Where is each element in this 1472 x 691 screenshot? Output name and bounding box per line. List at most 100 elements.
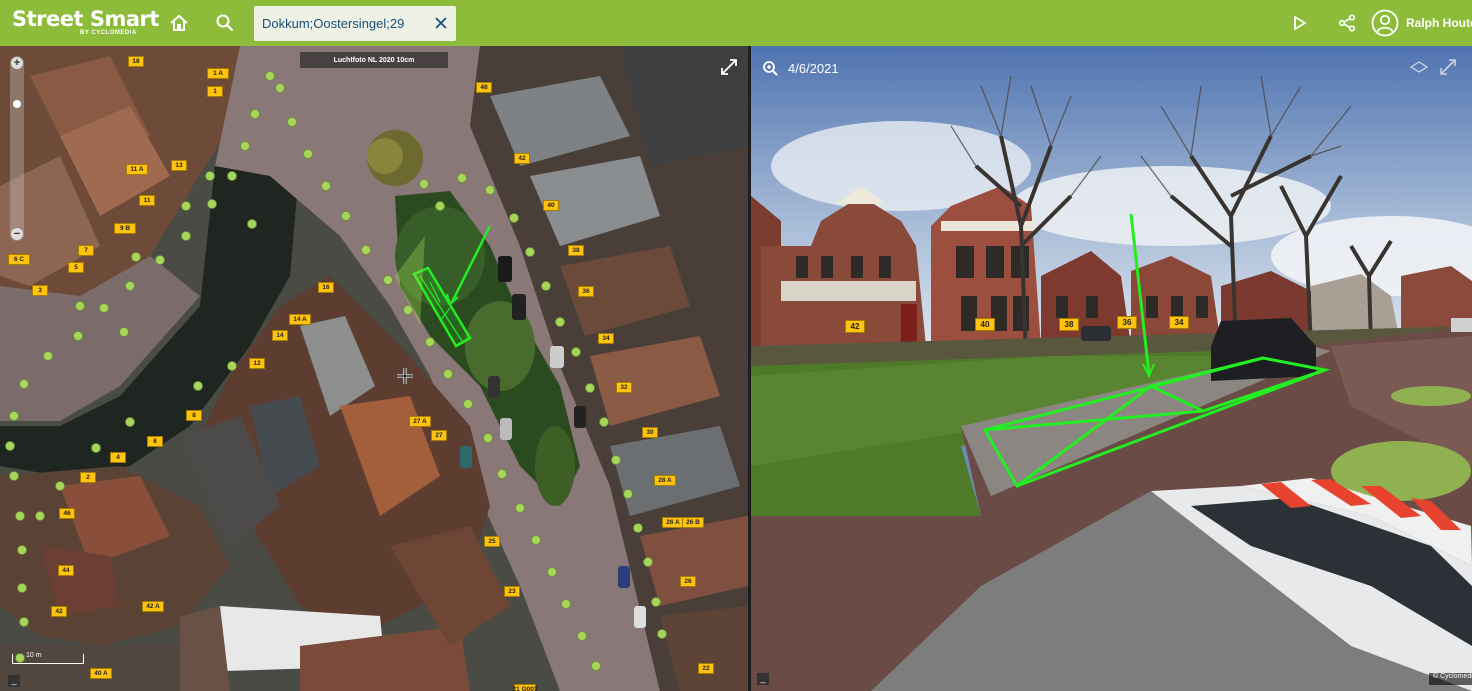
share-button[interactable] xyxy=(1334,10,1360,36)
recording-point[interactable] xyxy=(623,489,633,499)
house-number-marker[interactable]: 26 A xyxy=(662,517,684,528)
recording-point[interactable] xyxy=(240,141,250,151)
recording-point[interactable] xyxy=(443,369,453,379)
house-number-marker[interactable]: 18 xyxy=(128,56,144,67)
house-number-marker[interactable]: 25 xyxy=(484,536,500,547)
zoom-in-icon[interactable]: + xyxy=(11,57,23,69)
recording-point[interactable] xyxy=(9,471,19,481)
house-number-marker[interactable]: 12 xyxy=(249,358,265,369)
house-number-marker[interactable]: 32 xyxy=(616,382,632,393)
recording-point[interactable] xyxy=(35,511,45,521)
recording-point[interactable] xyxy=(485,185,495,195)
recording-point[interactable] xyxy=(43,351,53,361)
house-number-marker[interactable]: 1 xyxy=(207,86,223,97)
house-number-marker[interactable]: 14 A xyxy=(289,314,311,325)
search-value[interactable]: Dokkum;Oostersingel;29 xyxy=(262,16,404,31)
recording-point[interactable] xyxy=(15,511,25,521)
recording-point[interactable] xyxy=(275,83,285,93)
recording-point[interactable] xyxy=(463,399,473,409)
recording-point[interactable] xyxy=(155,255,165,265)
recording-point[interactable] xyxy=(193,381,203,391)
house-number-marker[interactable]: 4 xyxy=(110,452,126,463)
house-number-marker[interactable]: 21 G003 xyxy=(513,684,537,691)
recording-point[interactable] xyxy=(125,281,135,291)
recording-point[interactable] xyxy=(657,629,667,639)
recording-point[interactable] xyxy=(643,557,653,567)
house-number-marker[interactable]: 3 xyxy=(32,285,48,296)
house-number-marker[interactable]: 26 B xyxy=(682,517,704,528)
recording-point[interactable] xyxy=(577,631,587,641)
recording-point[interactable] xyxy=(125,417,135,427)
fullscreen-icon[interactable] xyxy=(1439,58,1457,76)
recording-point[interactable] xyxy=(287,117,297,127)
recording-point[interactable] xyxy=(247,219,257,229)
house-number-marker[interactable]: 7 xyxy=(78,245,94,256)
house-number-marker[interactable]: 38 xyxy=(568,245,584,256)
aerial-map[interactable]: Luchtfoto NL 2020 10cm + − 10 m _ 18 1 A1… xyxy=(0,46,748,691)
zoom-out-icon[interactable]: − xyxy=(11,228,23,240)
home-button[interactable] xyxy=(166,10,192,36)
house-number-marker[interactable]: 23 xyxy=(504,586,520,597)
recording-point[interactable] xyxy=(515,503,525,513)
search-field[interactable]: Dokkum;Oostersingel;29 xyxy=(254,6,456,41)
house-number-marker[interactable]: 14 xyxy=(272,330,288,341)
panorama-house-number[interactable]: 36 xyxy=(1117,316,1137,329)
recording-point[interactable] xyxy=(541,281,551,291)
house-number-marker[interactable]: 6 C xyxy=(8,254,30,265)
house-number-marker[interactable]: 40 xyxy=(543,200,559,211)
house-number-marker[interactable]: 42 xyxy=(514,153,530,164)
recording-point[interactable] xyxy=(633,523,643,533)
recording-point[interactable] xyxy=(585,383,595,393)
recording-point[interactable] xyxy=(509,213,519,223)
recording-point[interactable] xyxy=(75,301,85,311)
recording-point[interactable] xyxy=(457,173,467,183)
recording-point[interactable] xyxy=(571,347,581,357)
house-number-marker[interactable]: 13 xyxy=(171,160,187,171)
house-number-marker[interactable]: 2 xyxy=(80,472,96,483)
zoom-handle[interactable] xyxy=(13,100,21,108)
layers-icon[interactable] xyxy=(1409,58,1429,76)
search-button[interactable] xyxy=(212,10,238,36)
panorama-house-number[interactable]: 38 xyxy=(1059,318,1079,331)
house-number-marker[interactable]: 44 xyxy=(58,565,74,576)
recording-point[interactable] xyxy=(361,245,371,255)
recording-point[interactable] xyxy=(555,317,565,327)
house-number-marker[interactable]: 28 A xyxy=(654,475,676,486)
recording-point[interactable] xyxy=(131,252,141,262)
recording-point[interactable] xyxy=(651,597,661,607)
house-number-marker[interactable]: 36 xyxy=(578,286,594,297)
recording-point[interactable] xyxy=(19,617,29,627)
recording-point[interactable] xyxy=(531,535,541,545)
recording-point[interactable] xyxy=(591,661,601,671)
house-number-marker[interactable]: 11 A xyxy=(126,164,148,175)
recording-point[interactable] xyxy=(425,337,435,347)
recording-point[interactable] xyxy=(181,231,191,241)
recording-point[interactable] xyxy=(561,599,571,609)
recording-point[interactable] xyxy=(483,433,493,443)
house-number-marker[interactable]: 11 xyxy=(139,195,155,206)
house-number-marker[interactable]: 5 xyxy=(68,262,84,273)
house-number-marker[interactable]: 46 xyxy=(59,508,75,519)
house-number-marker[interactable]: 16 xyxy=(318,282,334,293)
recording-point[interactable] xyxy=(227,361,237,371)
recording-point[interactable] xyxy=(383,275,393,285)
user-button[interactable] xyxy=(1370,8,1400,38)
house-number-marker[interactable]: 40 A xyxy=(90,668,112,679)
house-number-marker[interactable]: 8 xyxy=(186,410,202,421)
house-number-marker[interactable]: 27 xyxy=(431,430,447,441)
panorama-house-number[interactable]: 42 xyxy=(845,320,865,333)
recording-point[interactable] xyxy=(419,179,429,189)
recording-point[interactable] xyxy=(17,583,27,593)
recording-point[interactable] xyxy=(5,441,15,451)
house-number-marker[interactable]: 34 xyxy=(598,333,614,344)
recording-point[interactable] xyxy=(403,305,413,315)
fullscreen-icon[interactable] xyxy=(720,58,738,76)
recording-point[interactable] xyxy=(207,199,217,209)
recording-point[interactable] xyxy=(9,411,19,421)
map-minimize-button[interactable]: _ xyxy=(8,675,20,687)
recording-point[interactable] xyxy=(91,443,101,453)
house-number-marker[interactable]: 26 xyxy=(680,576,696,587)
recording-point[interactable] xyxy=(250,109,260,119)
recording-point[interactable] xyxy=(303,149,313,159)
house-number-marker[interactable]: 48 xyxy=(476,82,492,93)
